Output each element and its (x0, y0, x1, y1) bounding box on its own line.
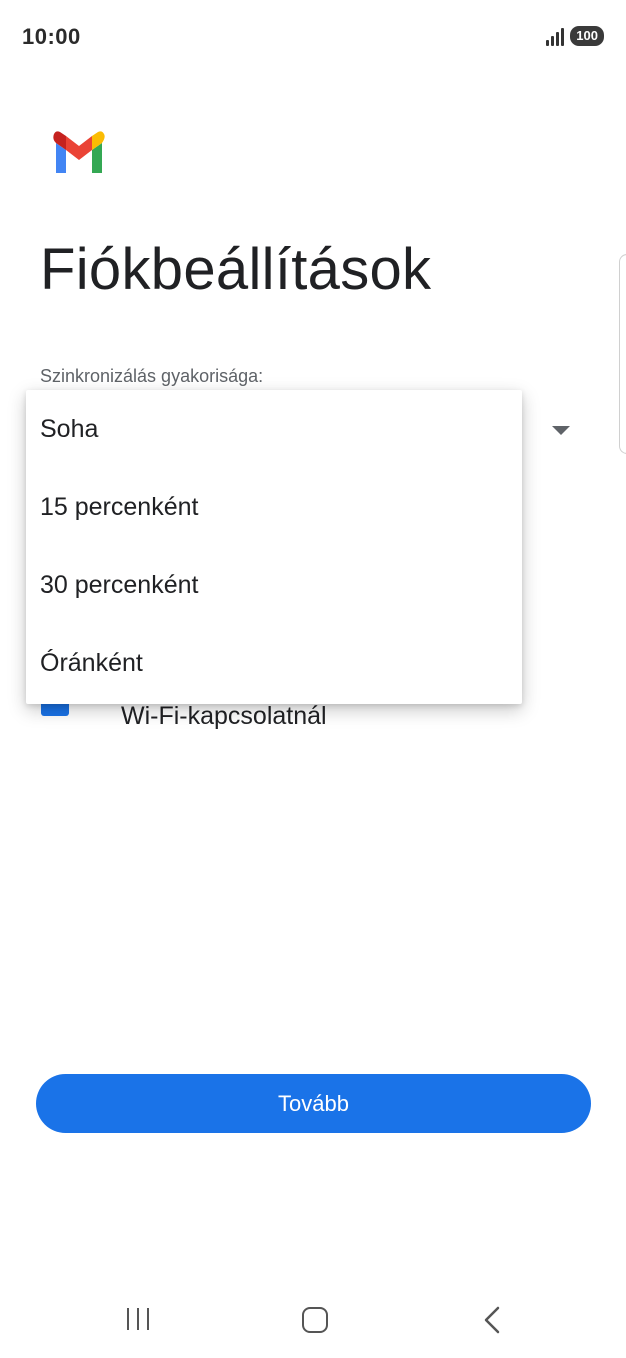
home-icon[interactable] (302, 1307, 328, 1333)
status-time: 10:00 (22, 24, 81, 49)
status-indicators: 100 (546, 26, 604, 46)
navigation-bar (0, 1290, 626, 1354)
wifi-only-label: Wi-Fi-kapcsolatnál (121, 702, 327, 730)
screen: 10:00 100 Fiókbeállítások Szinkronizálás… (0, 0, 626, 1358)
battery-icon: 100 (570, 26, 604, 46)
back-icon[interactable] (482, 1306, 502, 1334)
sync-frequency-label: Szinkronizálás gyakorisága: (40, 366, 264, 386)
edge-panel-handle[interactable] (619, 254, 626, 454)
next-button[interactable]: Tovább (36, 1074, 591, 1133)
menu-option-hourly[interactable]: Óránként (26, 624, 522, 702)
dropdown-arrow-icon[interactable] (552, 426, 570, 435)
menu-option-15-minutes[interactable]: 15 percenként (26, 468, 522, 546)
signal-icon (546, 26, 565, 46)
sync-frequency-menu: Soha 15 percenként 30 percenként Óránkén… (26, 390, 522, 704)
recent-apps-icon[interactable] (127, 1308, 149, 1330)
page-title: Fiókbeállítások (40, 237, 432, 302)
menu-option-30-minutes[interactable]: 30 percenként (26, 546, 522, 624)
menu-option-never[interactable]: Soha (26, 390, 522, 468)
gmail-logo (53, 131, 105, 173)
